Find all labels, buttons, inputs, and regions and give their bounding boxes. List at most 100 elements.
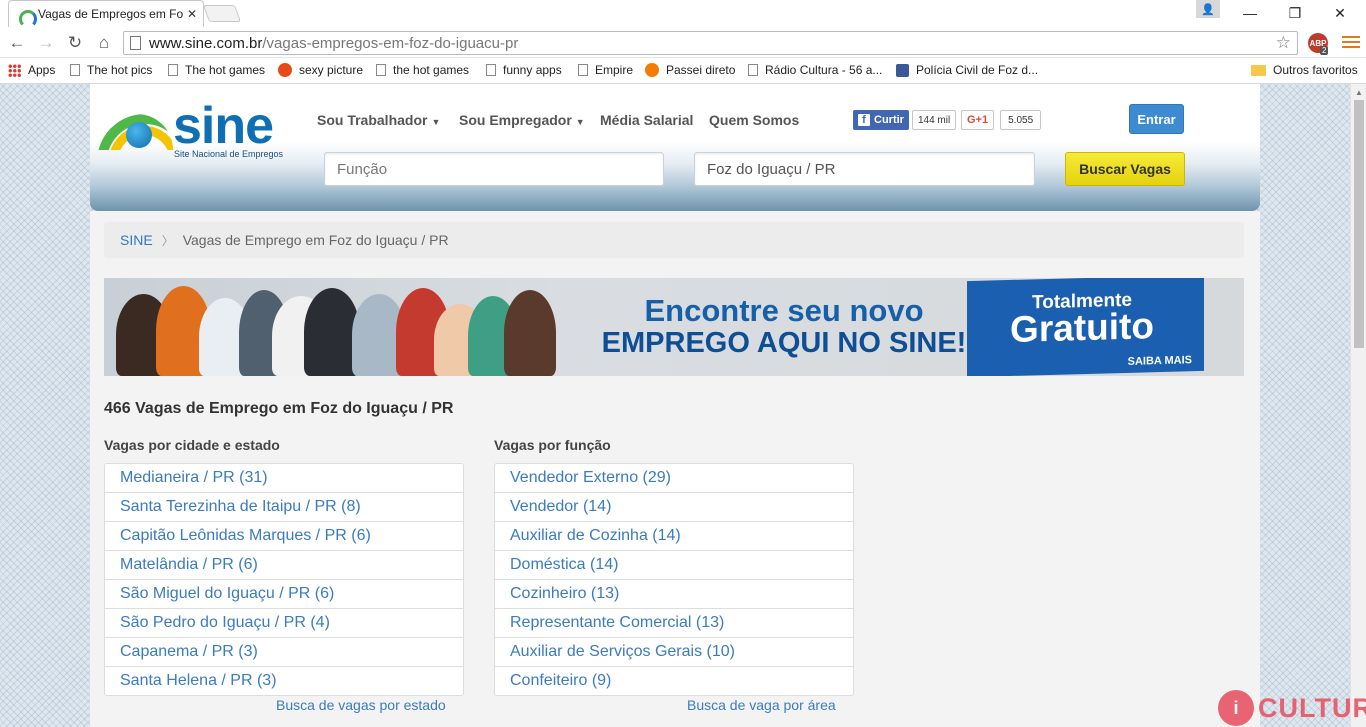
list-item[interactable]: Auxiliar de Cozinha (14) (495, 522, 853, 551)
folder-icon (1251, 64, 1266, 76)
list-item[interactable]: Representante Comercial (13) (495, 609, 853, 638)
by-function-title: Vagas por função (494, 437, 611, 453)
bookmark-item[interactable]: Rádio Cultura - 56 a... (748, 63, 882, 77)
nav-quem-somos[interactable]: Quem Somos (709, 112, 799, 128)
breadcrumb-current: Vagas de Emprego em Foz do Iguaçu / PR (182, 232, 449, 248)
function-search-input[interactable]: Função (324, 152, 664, 186)
list-item[interactable]: Confeiteiro (9) (495, 667, 853, 695)
banner-learn-more-link[interactable]: SAIBA MAIS (1128, 354, 1192, 368)
apps-grid-icon (8, 63, 21, 77)
page-icon (748, 64, 758, 76)
back-icon[interactable]: ← (5, 31, 29, 55)
promo-banner[interactable]: Encontre seu novo EMPREGO AQUI NO SINE! … (104, 278, 1244, 376)
browser-tab[interactable]: Vagas de Empregos em Fo ✕ (8, 0, 204, 28)
list-item[interactable]: São Pedro do Iguaçu / PR (4) (105, 609, 463, 638)
reload-icon[interactable]: ↻ (63, 31, 87, 55)
url-host: www.sine.com.br (149, 34, 263, 52)
page-icon (486, 64, 496, 76)
facebook-icon (896, 63, 909, 77)
search-by-state-link[interactable]: Busca de vagas por estado (276, 697, 446, 713)
by-function-list: Vendedor Externo (29) Vendedor (14) Auxi… (494, 463, 854, 696)
nav-sou-trabalhador[interactable]: Sou Trabalhador ▼ (317, 112, 440, 128)
by-city-list: Medianeira / PR (31) Santa Terezinha de … (104, 463, 464, 696)
list-item[interactable]: Vendedor Externo (29) (495, 464, 853, 493)
breadcrumb-separator-icon: 〉 (161, 233, 174, 248)
profile-icon[interactable]: 👤 (1196, 0, 1220, 18)
list-item[interactable]: Vendedor (14) (495, 493, 853, 522)
close-tab-icon[interactable]: ✕ (187, 7, 197, 21)
sine-favicon-icon (19, 9, 37, 28)
facebook-icon: f (858, 114, 870, 126)
home-icon[interactable]: ⌂ (92, 31, 116, 55)
page-icon (578, 64, 588, 76)
close-window-button[interactable]: ✕ (1320, 2, 1360, 24)
banner-headline: Encontre seu novo (644, 293, 924, 328)
scrollbar-thumb[interactable] (1354, 100, 1364, 348)
search-by-area-link[interactable]: Busca de vaga por área (687, 697, 836, 713)
scroll-up-icon[interactable]: ▲ (1355, 88, 1363, 97)
list-item[interactable]: Santa Terezinha de Itaipu / PR (8) (105, 493, 463, 522)
by-city-title: Vagas por cidade e estado (104, 437, 280, 453)
site-favicon-icon (278, 63, 292, 77)
list-item[interactable]: São Miguel do Iguaçu / PR (6) (105, 580, 463, 609)
watermark: i CULTURA (1218, 690, 1366, 726)
breadcrumb: SINE 〉 Vagas de Emprego em Foz do Iguaçu… (104, 222, 1244, 258)
list-item[interactable]: Doméstica (14) (495, 551, 853, 580)
adblock-count: 2 (1320, 46, 1329, 55)
other-bookmarks[interactable]: Outros favoritos (1251, 63, 1358, 77)
search-jobs-button[interactable]: Buscar Vagas (1065, 152, 1185, 186)
list-item[interactable]: Medianeira / PR (31) (105, 464, 463, 493)
logo-globe-icon (126, 122, 152, 148)
bookmark-item[interactable]: funny apps (486, 63, 562, 77)
facebook-like-widget: f Curtir 144 mil (853, 110, 957, 130)
bookmark-item[interactable]: The hot pics (70, 63, 152, 77)
list-item[interactable]: Auxiliar de Serviços Gerais (10) (495, 638, 853, 667)
page-icon (168, 64, 178, 76)
bookmark-item[interactable]: the hot games (376, 63, 469, 77)
banner-badge: Totalmente Gratuito SAIBA MAIS (967, 278, 1204, 376)
list-item[interactable]: Cozinheiro (13) (495, 580, 853, 609)
breadcrumb-home-link[interactable]: SINE (120, 232, 153, 248)
login-button[interactable]: Entrar (1129, 104, 1184, 134)
bookmark-star-icon[interactable]: ☆ (1276, 33, 1291, 53)
page-icon (376, 64, 386, 76)
bookmark-item[interactable]: Passei direto (645, 63, 735, 77)
sine-logo[interactable]: sine Site Nacional de Empregos (97, 97, 287, 164)
minimize-button[interactable]: — (1230, 2, 1270, 24)
address-bar[interactable]: www.sine.com.br/vagas-empregos-em-foz-do… (123, 31, 1298, 55)
logo-subtitle: Site Nacional de Empregos (174, 149, 284, 159)
forward-icon[interactable]: → (34, 31, 58, 55)
bookmarks-bar: Apps The hot pics The hot games sexy pic… (0, 58, 1366, 84)
bookmark-item[interactable]: sexy picture (278, 63, 363, 77)
page-scrollbar[interactable]: ▲ (1350, 84, 1366, 727)
list-item[interactable]: Santa Helena / PR (3) (105, 667, 463, 695)
bookmark-item[interactable]: Empire (578, 63, 633, 77)
bookmark-item[interactable]: The hot games (168, 63, 265, 77)
watermark-text: CULTURA (1258, 692, 1366, 723)
restore-button[interactable]: ❐ (1275, 2, 1315, 24)
caret-down-icon: ▼ (575, 117, 585, 127)
bookmark-apps[interactable]: Apps (8, 63, 55, 77)
browser-toolbar: ← → ↻ ⌂ www.sine.com.br/vagas-empregos-e… (0, 28, 1366, 58)
new-tab-button[interactable] (202, 5, 242, 22)
page-icon (130, 36, 141, 50)
tab-title: Vagas de Empregos em Fo (38, 7, 183, 21)
browser-menu-icon[interactable] (1342, 32, 1360, 52)
list-item[interactable]: Capitão Leônidas Marques / PR (6) (105, 522, 463, 551)
nav-media-salarial[interactable]: Média Salarial (600, 112, 693, 128)
url-path: /vagas-empregos-em-foz-do-iguacu-pr (262, 34, 519, 52)
facebook-like-button[interactable]: f Curtir (853, 110, 909, 130)
nav-sou-empregador[interactable]: Sou Empregador ▼ (459, 112, 585, 128)
facebook-like-count: 144 mil (911, 110, 957, 130)
logo-word: sine (173, 97, 274, 155)
page-icon (70, 64, 80, 76)
google-plus-count: 5.055 (1000, 110, 1042, 130)
google-plus-button[interactable]: G+1 (961, 110, 995, 130)
city-search-input[interactable]: Foz do Iguaçu / PR (694, 152, 1035, 186)
bookmark-item[interactable]: Polícia Civil de Foz d... (896, 63, 1038, 77)
list-item[interactable]: Matelândia / PR (6) (105, 551, 463, 580)
radio-logo-icon: i (1218, 690, 1254, 726)
results-title: 466 Vagas de Emprego em Foz do Iguaçu / … (104, 400, 454, 417)
banner-subheadline: EMPREGO AQUI NO SINE! (601, 327, 967, 359)
list-item[interactable]: Capanema / PR (3) (105, 638, 463, 667)
